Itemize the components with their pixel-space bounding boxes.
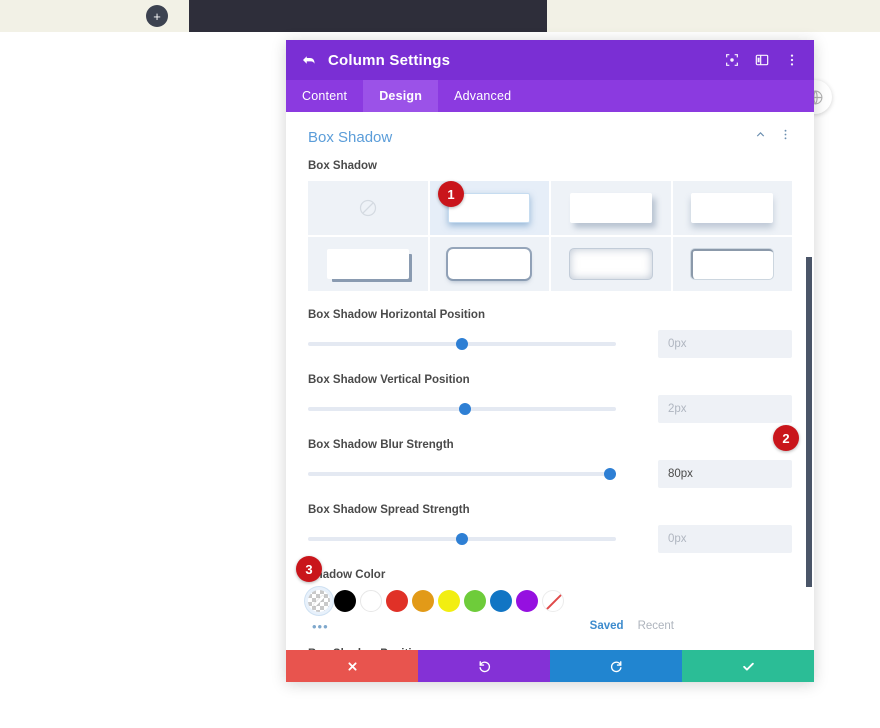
- swatch-transparent[interactable]: [542, 590, 564, 612]
- box-shadow-preset-5[interactable]: [429, 237, 549, 291]
- box-shadow-preset-4[interactable]: [308, 237, 428, 291]
- slider-label: Box Shadow Blur Strength: [308, 439, 454, 451]
- shadow-color-swatches: [308, 590, 792, 612]
- horizontal-position-input[interactable]: 0px: [658, 330, 792, 358]
- box-shadow-preset-7[interactable]: [672, 237, 792, 291]
- modal-header: Column Settings: [286, 40, 814, 80]
- step-badge-1: 1: [438, 181, 464, 207]
- slider-handle[interactable]: [459, 403, 472, 415]
- slider-handle[interactable]: [456, 533, 468, 545]
- box-shadow-preset-2[interactable]: [551, 181, 671, 235]
- no-shadow-icon: [358, 198, 378, 218]
- step-badge-2: 2: [773, 425, 799, 451]
- section-title: Box Shadow: [308, 128, 393, 146]
- tab-advanced[interactable]: Advanced: [438, 80, 527, 112]
- vertical-scrollbar[interactable]: [806, 257, 812, 587]
- split-panel-icon[interactable]: [754, 52, 770, 68]
- swatch-orange[interactable]: [412, 590, 434, 612]
- box-shadow-preset-grid: [308, 181, 792, 291]
- slider-row-spread-strength: Box Shadow Spread Strength 0px: [308, 504, 792, 553]
- undo-button[interactable]: [418, 650, 550, 682]
- horizontal-position-slider[interactable]: [308, 335, 616, 353]
- column-settings-modal: Column Settings Content Design Advanced …: [286, 40, 814, 682]
- blur-strength-input[interactable]: 80px: [658, 460, 792, 488]
- color-meta-row: ••• Saved Recent: [308, 618, 792, 634]
- box-shadow-label: Box Shadow: [308, 160, 378, 172]
- swatch-green[interactable]: [464, 590, 486, 612]
- more-vertical-icon[interactable]: [784, 52, 800, 68]
- settings-scroll-area: Box Shadow Box Shadow Box Shadow Horizon…: [286, 112, 814, 650]
- tab-design[interactable]: Design: [363, 80, 439, 112]
- preset-swatch: [691, 193, 774, 223]
- color-picker-swatch[interactable]: [308, 590, 330, 612]
- swatch-yellow[interactable]: [438, 590, 460, 612]
- step-badge-3: 3: [296, 556, 322, 582]
- slider-handle[interactable]: [603, 468, 616, 480]
- page-title: Column Settings: [328, 51, 451, 69]
- back-arrow-icon[interactable]: [300, 51, 318, 69]
- vertical-position-input[interactable]: 2px: [658, 395, 792, 423]
- background-dark-bar: [189, 0, 547, 32]
- shadow-color-label: Shadow Color: [308, 569, 386, 581]
- cancel-button[interactable]: [286, 650, 418, 682]
- slider-label: Box Shadow Horizontal Position: [308, 309, 485, 321]
- more-colors-button[interactable]: •••: [308, 619, 329, 634]
- preset-swatch: [691, 249, 774, 279]
- swatch-red[interactable]: [386, 590, 408, 612]
- slider-label: Box Shadow Vertical Position: [308, 374, 470, 386]
- slider-row-vertical-position: Box Shadow Vertical Position 2px: [308, 374, 792, 423]
- slider-row-blur-strength: Box Shadow Blur Strength 80px: [308, 439, 792, 488]
- swatch-purple[interactable]: [516, 590, 538, 612]
- vertical-position-slider[interactable]: [308, 400, 616, 418]
- box-shadow-preset-3[interactable]: [672, 181, 792, 235]
- preset-swatch: [569, 249, 652, 279]
- tab-content[interactable]: Content: [286, 80, 363, 112]
- box-shadow-preset-none[interactable]: [308, 181, 428, 235]
- swatch-blue[interactable]: [490, 590, 512, 612]
- recent-colors-tab[interactable]: Recent: [638, 620, 674, 632]
- tab-bar: Content Design Advanced: [286, 80, 814, 112]
- box-shadow-preset-6[interactable]: [551, 237, 671, 291]
- swatch-black[interactable]: [334, 590, 356, 612]
- preset-swatch: [326, 249, 409, 279]
- spread-strength-slider[interactable]: [308, 530, 616, 548]
- blur-strength-slider[interactable]: [308, 465, 616, 483]
- slider-track: [308, 472, 616, 476]
- box-shadow-position-label: Box Shadow Position: [308, 648, 792, 650]
- focus-target-icon[interactable]: [724, 52, 740, 68]
- slider-row-horizontal-position: Box Shadow Horizontal Position 0px: [308, 309, 792, 358]
- saved-colors-tab[interactable]: Saved: [590, 620, 624, 632]
- preset-swatch: [448, 249, 531, 279]
- spread-strength-input[interactable]: 0px: [658, 525, 792, 553]
- slider-label: Box Shadow Spread Strength: [308, 504, 470, 516]
- save-button[interactable]: [682, 650, 814, 682]
- slider-handle[interactable]: [456, 338, 468, 350]
- chevron-up-icon[interactable]: [754, 128, 767, 146]
- redo-button[interactable]: [550, 650, 682, 682]
- add-section-button[interactable]: +: [146, 5, 168, 27]
- modal-footer: [286, 650, 814, 682]
- section-more-vertical-icon[interactable]: [779, 128, 792, 146]
- header-tools: [724, 52, 800, 68]
- swatch-white[interactable]: [360, 590, 382, 612]
- modal-body: Box Shadow Box Shadow Box Shadow Horizon…: [286, 112, 814, 650]
- preset-swatch: [569, 193, 652, 223]
- box-shadow-section-header: Box Shadow: [308, 128, 792, 146]
